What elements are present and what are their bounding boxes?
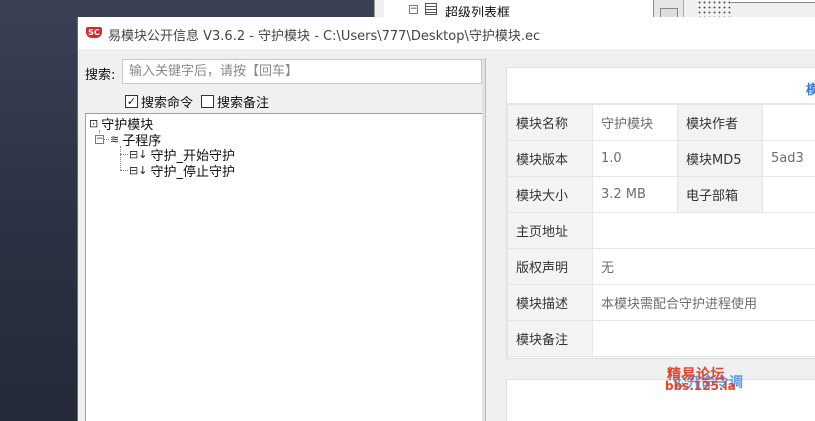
info-key: 模块作者	[677, 104, 763, 141]
info-key: 模块备注	[507, 320, 593, 357]
subroutine-group-icon: ≋	[110, 132, 120, 146]
module-info-window: SC 易模块公开信息 V3.6.2 - 守护模块 - C:\Users\777\…	[77, 17, 815, 421]
info-key: 模块大小	[507, 176, 593, 213]
watermark-url: bbs.125.la	[665, 379, 736, 393]
collapse-icon[interactable]: −	[95, 135, 104, 144]
tree-connector	[120, 170, 128, 171]
info-key: 模块版本	[507, 140, 593, 177]
table-row: 主页地址	[507, 212, 815, 249]
tree-connector	[120, 154, 128, 155]
info-value	[592, 212, 815, 249]
module-tree[interactable]: ⊡ 守护模块 − ≋ 子程序 ⊟↓ 守护_开始守护 ⊟↓ 守护_停止守护	[85, 113, 483, 421]
info-value: 5ad3	[762, 140, 815, 177]
info-value	[762, 104, 815, 141]
info-key: 模块名称	[507, 104, 593, 141]
subroutine-icon: ⊟↓	[129, 163, 148, 177]
window-title: 易模块公开信息 V3.6.2 - 守护模块 - C:\Users\777\Des…	[108, 29, 541, 44]
background-field	[731, 0, 815, 3]
info-key: 模块描述	[507, 284, 593, 321]
info-key: 模块MD5	[677, 140, 763, 177]
search-commands-label: 搜索命令	[141, 96, 194, 111]
app-logo-icon: SC	[86, 27, 102, 38]
info-value: 守护模块	[592, 104, 678, 141]
search-input[interactable]	[122, 59, 482, 84]
search-label: 搜索:	[85, 68, 116, 83]
search-notes-label: 搜索备注	[217, 96, 270, 111]
info-value: 3.2 MB	[592, 176, 678, 213]
panel-splitter[interactable]	[482, 58, 486, 421]
tree-item[interactable]: ⊟↓ 守护_停止守护	[129, 162, 235, 180]
table-row: 版权声明 无	[507, 248, 815, 285]
info-key: 版权声明	[507, 248, 593, 285]
table-row: 模块大小 3.2 MB 电子部箱	[507, 176, 815, 213]
subroutine-icon: ⊟↓	[129, 147, 148, 161]
search-commands-checkbox[interactable]: ✓ 搜索命令	[125, 92, 193, 111]
module-info-table: 模块名称 守护模块 模块作者 模块版本 1.0 模块MD5 5ad3 模块大小 …	[507, 104, 815, 357]
tree-connector	[120, 146, 121, 170]
info-value	[592, 320, 815, 357]
list-view-icon	[425, 3, 437, 15]
table-row: 模块描述 本模块需配合守护进程使用	[507, 284, 815, 321]
table-row: 模块名称 守护模块 模块作者	[507, 104, 815, 141]
card-header-title: 模	[806, 83, 815, 98]
info-value	[762, 176, 815, 213]
public-commands-card	[506, 379, 815, 421]
info-value: 无	[592, 248, 815, 285]
module-info-card: 模 模块名称 守护模块 模块作者 模块版本 1.0 模块MD5 5ad3 模块大…	[506, 67, 815, 359]
checkbox-checked-icon[interactable]: ✓	[125, 95, 138, 108]
info-key: 电子部箱	[677, 176, 763, 213]
background-collapse-icon[interactable]: −	[409, 5, 418, 14]
tree-item-label: 守护_停止守护	[150, 164, 235, 180]
public-commands-card-body	[507, 380, 815, 421]
table-row: 模块版本 1.0 模块MD5 5ad3	[507, 140, 815, 177]
info-value: 1.0	[592, 140, 678, 177]
card-header: 模	[507, 68, 815, 104]
title-bar[interactable]: SC 易模块公开信息 V3.6.2 - 守护模块 - C:\Users\777\…	[78, 17, 815, 49]
module-icon: ⊡	[89, 116, 99, 130]
info-value: 本模块需配合守护进程使用	[592, 284, 815, 321]
search-notes-checkbox[interactable]: 搜索备注	[201, 92, 269, 111]
checkbox-unchecked-icon[interactable]	[201, 95, 214, 108]
table-row: 模块备注	[507, 320, 815, 357]
info-key: 主页地址	[507, 212, 593, 249]
